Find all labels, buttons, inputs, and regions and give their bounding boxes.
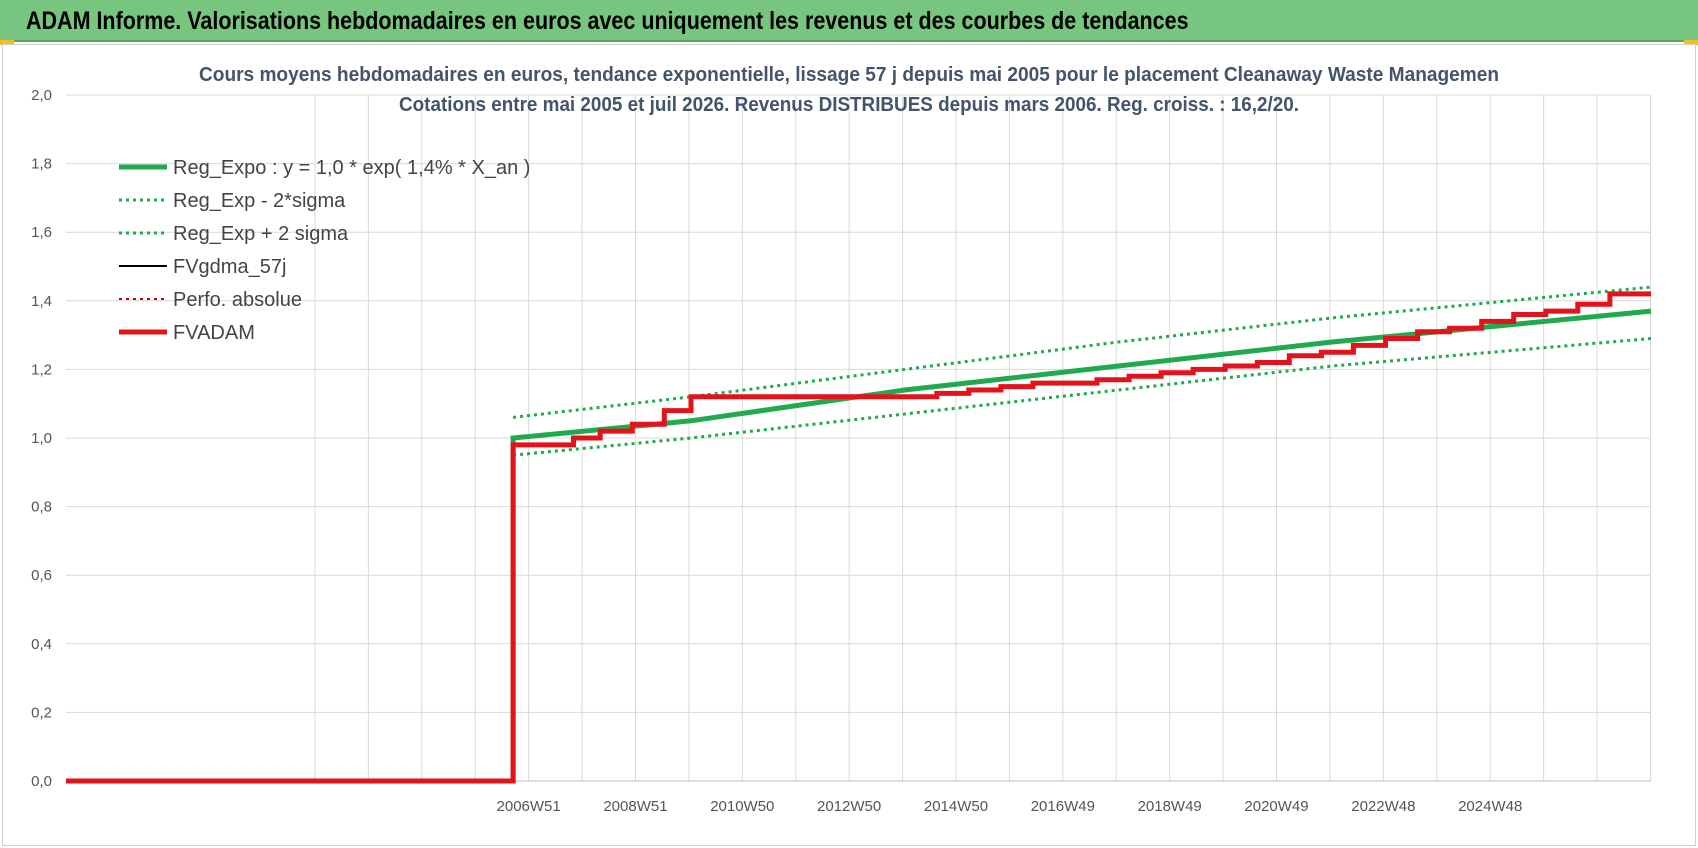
series-layer	[66, 285, 1652, 784]
legend-label: Reg_Exp - 2*sigma	[173, 190, 346, 212]
x-tick-label: 2018W49	[1138, 798, 1202, 815]
x-tick-label: 2006W51	[497, 798, 561, 815]
y-tick-label: 0,4	[31, 636, 52, 653]
y-tick-label: 1,6	[31, 224, 52, 241]
y-tick-label: 2,0	[31, 87, 52, 104]
x-tick-label: 2022W48	[1351, 798, 1415, 815]
legend-label: FVADAM	[173, 322, 255, 344]
series-line	[66, 292, 1651, 782]
y-tick-label: 1,4	[31, 293, 52, 310]
legend-label: Perfo. absolue	[173, 289, 302, 311]
x-tick-label: 2010W50	[710, 798, 774, 815]
y-tick-label: 0,6	[31, 567, 52, 584]
x-tick-label: 2014W50	[924, 798, 988, 815]
y-tick-label: 1,2	[31, 361, 52, 378]
x-tick-label: 2008W51	[603, 798, 667, 815]
page-header: ADAM Informe. Valorisations hebdomadaire…	[0, 0, 1698, 42]
y-tick-label: 0,0	[31, 773, 52, 790]
chart-title-line: Cours moyens hebdomadaires en euros, ten…	[199, 64, 1499, 86]
y-tick-label: 1,0	[31, 430, 52, 447]
chart-area: 0,0 0,2 0,4 0,6 0,8 1,0 1,2 1,4 1,6 1,8 2,0 2006W51…	[2, 44, 1696, 846]
chart-title: Cours moyens hebdomadaires en euros, ten…	[199, 64, 1499, 116]
x-tick-label: 2024W48	[1458, 798, 1522, 815]
legend-label: Reg_Exp + 2 sigma	[173, 223, 349, 245]
y-tick-label: 1,8	[31, 156, 52, 173]
y-tick-label: 0,8	[31, 499, 52, 516]
legend-label: FVgdma_57j	[173, 256, 286, 278]
series-line	[66, 291, 1651, 784]
x-tick-label: 2012W50	[817, 798, 881, 815]
x-tick-label: 2016W49	[1031, 798, 1095, 815]
series-line	[66, 308, 1652, 784]
chart-title-line: Cotations entre mai 2005 et juil 2026. R…	[399, 94, 1299, 116]
legend-label: Reg_Expo : y = 1,0 * exp( 1,4% * X_an )	[173, 157, 530, 179]
chart: 0,0 0,2 0,4 0,6 0,8 1,0 1,2 1,4 1,6 1,8 2,0 2006W51…	[31, 64, 1652, 815]
y-tick-label: 0,2	[31, 704, 52, 721]
series-line	[512, 285, 1652, 419]
page-header-title: ADAM Informe. Valorisations hebdomadaire…	[26, 7, 1189, 35]
legend: Reg_Expo : y = 1,0 * exp( 1,4% * X_an ) R…	[119, 157, 530, 344]
x-tick-label: 2020W49	[1244, 798, 1308, 815]
